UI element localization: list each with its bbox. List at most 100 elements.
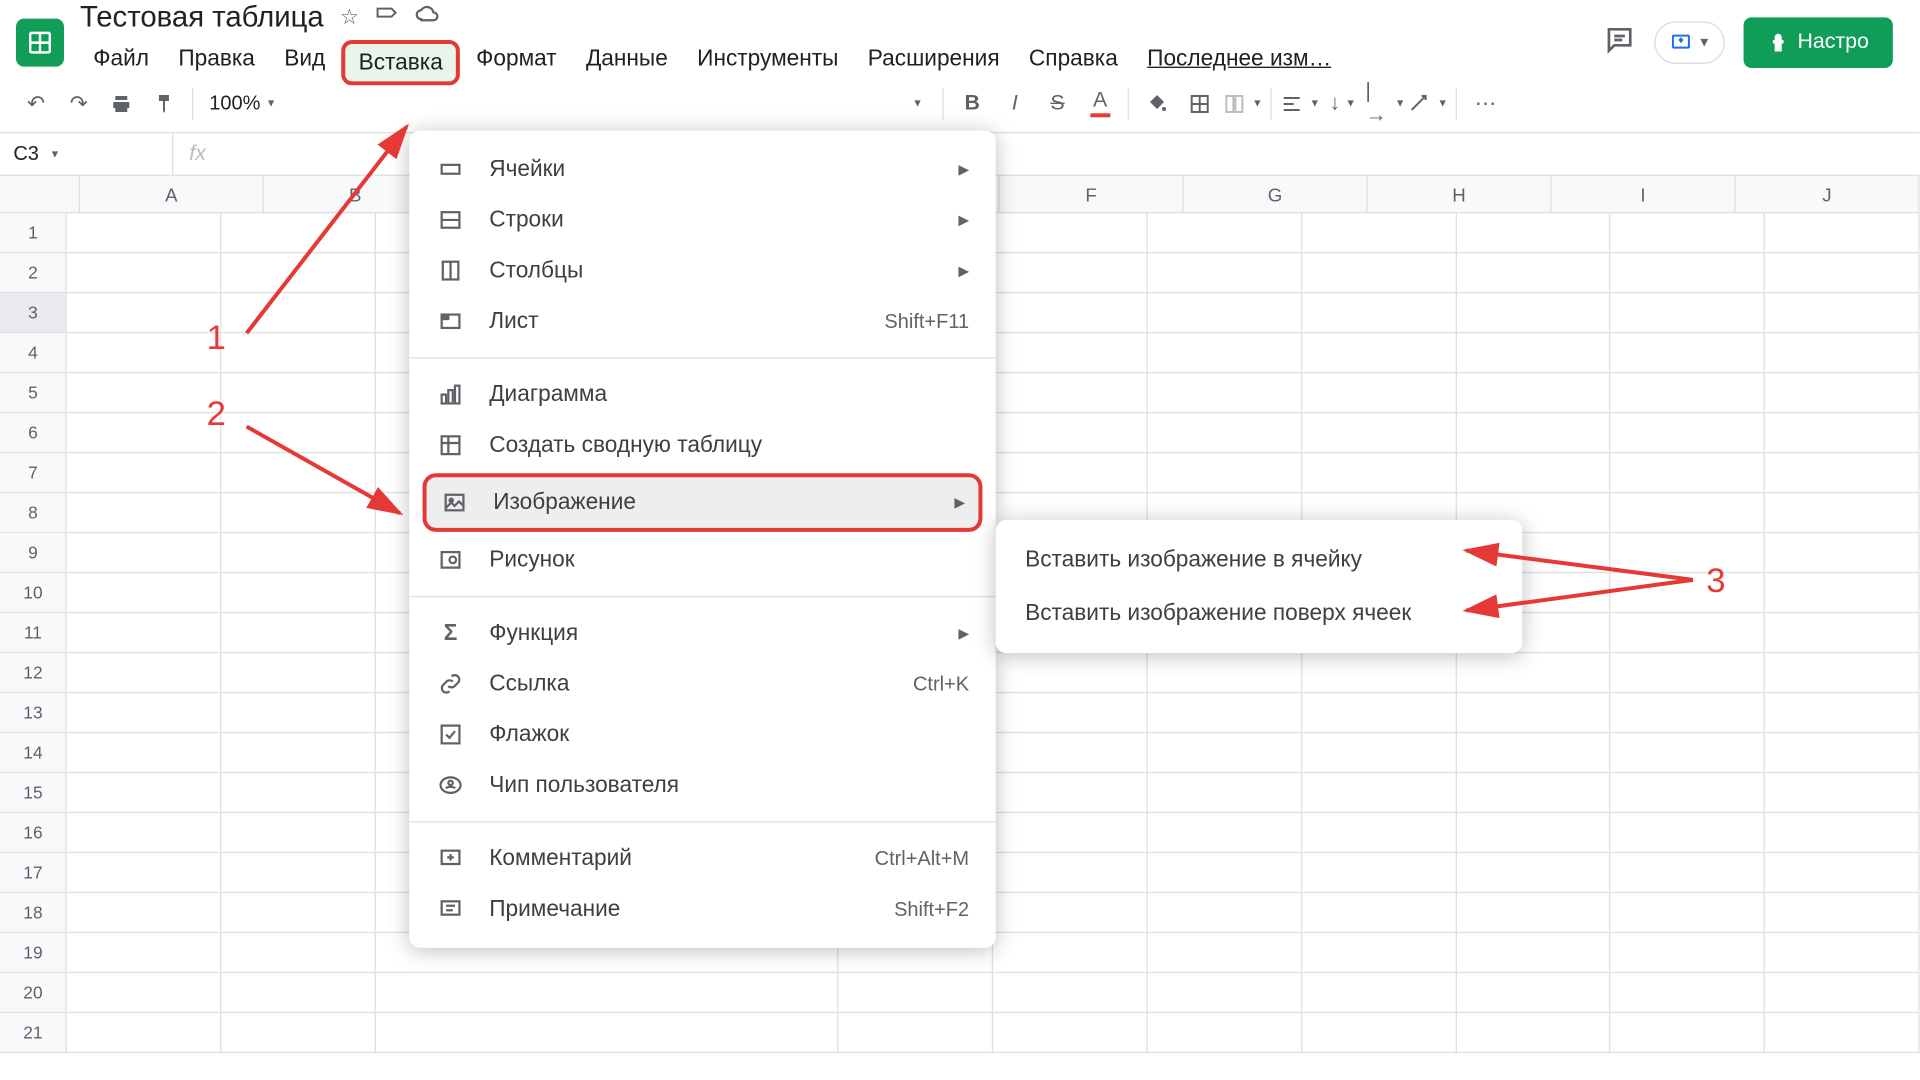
cell[interactable] — [1148, 733, 1302, 773]
row-header[interactable]: 18 — [0, 893, 67, 933]
rotate-icon[interactable] — [1408, 83, 1448, 123]
merge-icon[interactable] — [1223, 83, 1263, 123]
name-box[interactable]: C3 — [0, 133, 173, 174]
cell[interactable] — [67, 253, 221, 293]
cell[interactable] — [67, 533, 221, 573]
cell[interactable] — [67, 493, 221, 533]
cell[interactable] — [1765, 293, 1919, 333]
zoom-select[interactable]: 100% — [201, 92, 284, 115]
row-header[interactable]: 16 — [0, 813, 67, 853]
cell[interactable] — [1456, 733, 1610, 773]
cell[interactable] — [1302, 853, 1456, 893]
select-all-corner[interactable] — [0, 176, 80, 213]
cell[interactable] — [222, 973, 376, 1013]
menu-view[interactable]: Вид — [271, 40, 339, 85]
cell[interactable] — [222, 653, 376, 693]
cell[interactable] — [67, 213, 221, 253]
row-header[interactable]: 17 — [0, 853, 67, 893]
cell[interactable] — [67, 1013, 221, 1053]
cell[interactable] — [222, 253, 376, 293]
cloud-icon[interactable] — [415, 1, 442, 34]
cell[interactable] — [1765, 333, 1919, 373]
row-header[interactable]: 11 — [0, 613, 67, 653]
cell[interactable] — [1611, 733, 1765, 773]
col-header[interactable]: I — [1552, 176, 1736, 213]
cell[interactable] — [993, 293, 1147, 333]
row-header[interactable]: 6 — [0, 413, 67, 453]
cell[interactable] — [1765, 453, 1919, 493]
cell[interactable] — [1302, 373, 1456, 413]
cell[interactable] — [993, 813, 1147, 853]
cell[interactable] — [1302, 653, 1456, 693]
cell[interactable] — [1456, 693, 1610, 733]
cell[interactable] — [1611, 773, 1765, 813]
cell[interactable] — [1611, 693, 1765, 733]
cell[interactable] — [993, 973, 1147, 1013]
fill-color-icon[interactable] — [1137, 83, 1177, 123]
cell[interactable] — [1611, 653, 1765, 693]
menu-format[interactable]: Формат — [463, 40, 570, 85]
row-header[interactable]: 2 — [0, 253, 67, 293]
cell[interactable] — [1765, 973, 1919, 1013]
document-title[interactable]: Тестовая таблица — [80, 0, 324, 35]
col-header[interactable]: J — [1736, 176, 1920, 213]
cell[interactable] — [839, 1013, 993, 1053]
row-header[interactable]: 20 — [0, 973, 67, 1013]
cell[interactable] — [1148, 853, 1302, 893]
cell[interactable] — [1302, 733, 1456, 773]
cell[interactable] — [1765, 813, 1919, 853]
cell[interactable] — [67, 413, 221, 453]
menu-item-chart[interactable]: Диаграмма — [409, 369, 996, 420]
cell[interactable] — [222, 613, 376, 653]
row-header[interactable]: 3 — [0, 293, 67, 333]
cell[interactable] — [1148, 813, 1302, 853]
cell[interactable] — [1456, 413, 1610, 453]
cell[interactable] — [1456, 373, 1610, 413]
col-header[interactable]: G — [1184, 176, 1368, 213]
cell[interactable] — [1611, 573, 1765, 613]
cell[interactable] — [67, 813, 221, 853]
cell[interactable] — [1611, 293, 1765, 333]
menu-item-rows[interactable]: Строки — [409, 195, 996, 246]
row-header[interactable]: 1 — [0, 213, 67, 253]
cell[interactable] — [222, 893, 376, 933]
menu-item-drawing[interactable]: Рисунок — [409, 535, 996, 586]
italic-icon[interactable]: I — [995, 83, 1035, 123]
cell[interactable] — [839, 973, 993, 1013]
cell[interactable] — [1148, 933, 1302, 973]
cell[interactable] — [67, 653, 221, 693]
cell[interactable] — [993, 1013, 1147, 1053]
cell[interactable] — [1611, 413, 1765, 453]
menu-edit[interactable]: Правка — [165, 40, 268, 85]
cell[interactable] — [1765, 933, 1919, 973]
star-icon[interactable]: ☆ — [340, 4, 359, 31]
cell[interactable] — [222, 813, 376, 853]
cell[interactable] — [67, 293, 221, 333]
last-edit-link[interactable]: Последнее изм… — [1134, 40, 1345, 85]
cell[interactable] — [1611, 253, 1765, 293]
cell[interactable] — [222, 333, 376, 373]
undo-icon[interactable]: ↶ — [16, 83, 56, 123]
menu-item-columns[interactable]: Столбцы — [409, 245, 996, 296]
cell[interactable] — [222, 453, 376, 493]
cell[interactable] — [222, 493, 376, 533]
text-color-icon[interactable]: A — [1080, 83, 1120, 123]
cell[interactable] — [222, 733, 376, 773]
cell[interactable] — [1765, 733, 1919, 773]
cell[interactable] — [222, 213, 376, 253]
col-header[interactable]: F — [1000, 176, 1184, 213]
cell[interactable] — [1611, 533, 1765, 573]
cell[interactable] — [67, 453, 221, 493]
cell[interactable] — [1765, 773, 1919, 813]
cell[interactable] — [1456, 773, 1610, 813]
menu-help[interactable]: Справка — [1016, 40, 1132, 85]
cell[interactable] — [1456, 933, 1610, 973]
cell[interactable] — [222, 413, 376, 453]
cell[interactable] — [1148, 453, 1302, 493]
cell[interactable] — [1765, 653, 1919, 693]
cell[interactable] — [67, 613, 221, 653]
cell[interactable] — [1456, 813, 1610, 853]
print-icon[interactable] — [101, 83, 141, 123]
cell[interactable] — [993, 333, 1147, 373]
cell[interactable] — [222, 933, 376, 973]
